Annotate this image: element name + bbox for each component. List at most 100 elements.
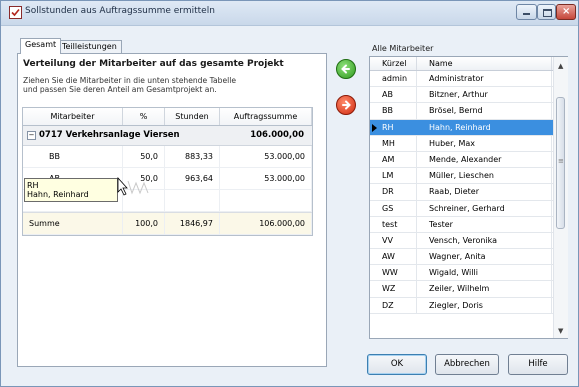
list-item[interactable]: AW Wagner, Anita — [370, 249, 567, 266]
remove-employee-button[interactable] — [336, 95, 356, 115]
drag-tooltip: RH Hahn, Reinhard — [24, 178, 118, 202]
cell-summe: 53.000,00 — [220, 168, 312, 189]
list-item[interactable]: WZ Zeiler, Wilhelm — [370, 281, 567, 298]
column-header-percent[interactable]: % — [123, 108, 165, 125]
ok-button[interactable]: OK — [367, 354, 427, 375]
sum-percent: 100,0 — [123, 213, 165, 234]
grip-icon: ≡ — [558, 157, 564, 165]
group-total: 106.000,00 — [250, 130, 304, 140]
maximize-icon — [543, 9, 552, 17]
scroll-thumb[interactable]: ≡ — [556, 97, 565, 229]
cell-kuerzel: DR — [370, 184, 417, 200]
cell-name: Huber, Max — [417, 135, 552, 151]
employees-list-label: Alle Mitarbeiter — [372, 44, 434, 53]
employees-list[interactable]: Kürzel Name admin Administrator AB Bitzner,… — [369, 56, 568, 339]
empty-cell — [165, 190, 220, 211]
group-row[interactable]: − 0717 Verkehrsanlage Viersen 106.000,00 — [23, 126, 312, 146]
list-item[interactable]: BB Brösel, Bernd — [370, 103, 567, 120]
list-item[interactable]: GS Schreiner, Gerhard — [370, 200, 567, 217]
list-item[interactable]: admin Administrator — [370, 71, 567, 88]
cancel-button[interactable]: Abbrechen — [435, 354, 499, 375]
scroll-down-icon[interactable]: ▼ — [558, 327, 563, 335]
employees-list-header: Kürzel Name — [370, 57, 567, 71]
cell-name: Administrator — [417, 71, 552, 87]
cell-kuerzel: AW — [370, 249, 417, 265]
group-label: 0717 Verkehrsanlage Viersen — [39, 130, 180, 140]
tab-teilleistungen[interactable]: Teilleistungen — [57, 40, 122, 54]
list-item[interactable]: AM Mende, Alexander — [370, 151, 567, 169]
column-header-name[interactable]: Name — [417, 57, 552, 70]
column-header-stunden[interactable]: Stunden — [165, 108, 220, 125]
cell-kuerzel: GS — [370, 200, 417, 216]
cell-name: Bitzner, Arthur — [417, 87, 552, 103]
cell-kuerzel: AB — [370, 87, 417, 103]
title-bar[interactable]: Sollstunden aus Auftragssumme ermitteln … — [1, 1, 578, 26]
minimize-icon — [523, 13, 530, 15]
cell-name: Brösel, Bernd — [417, 103, 552, 119]
list-item[interactable]: AB Bitzner, Arthur — [370, 87, 567, 104]
tab-gesamt[interactable]: Gesamt — [20, 38, 62, 54]
app-icon — [9, 6, 22, 19]
help-button[interactable]: Hilfe — [508, 354, 568, 375]
employees-scrollbar[interactable]: ▲ ≡ ▼ — [553, 57, 568, 338]
window-title: Sollstunden aus Auftragssumme ermitteln — [25, 6, 215, 16]
cell-summe: 53.000,00 — [220, 146, 312, 167]
instruction-text: Ziehen Sie die Mitarbeiter in die unten … — [23, 76, 236, 94]
list-item[interactable]: DR Raab, Dieter — [370, 184, 567, 201]
list-item[interactable]: LM Müller, Lieschen — [370, 168, 567, 185]
empty-cell — [220, 190, 312, 211]
cell-kuerzel: admin — [370, 71, 417, 87]
cell-name: Raab, Dieter — [417, 184, 552, 200]
list-item[interactable]: RH Hahn, Reinhard — [370, 119, 567, 136]
close-button[interactable]: × — [556, 4, 576, 20]
cell-name: Wagner, Anita — [417, 249, 552, 265]
cell-kuerzel: AM — [370, 151, 417, 168]
cell-kuerzel: LM — [370, 168, 417, 184]
column-header-auftragssumme[interactable]: Auftragssumme — [220, 108, 312, 125]
cell-name: Zeiler, Wilhelm — [417, 281, 552, 297]
arrow-left-icon — [341, 64, 350, 74]
cell-kuerzel: MH — [370, 135, 417, 151]
maximize-button[interactable] — [537, 4, 556, 20]
cell-kuerzel: RH — [370, 119, 417, 135]
cell-percent[interactable]: 50,0 — [123, 146, 165, 167]
tooltip-code: RH — [27, 181, 39, 190]
minimize-button[interactable] — [516, 4, 537, 20]
employees-list-body: admin Administrator AB Bitzner, Arthur BB Brö… — [370, 71, 567, 314]
cell-kuerzel: BB — [370, 103, 417, 119]
cell-name: Hahn, Reinhard — [417, 119, 552, 135]
cell-name: Mende, Alexander — [417, 151, 552, 168]
cell-stunden: 963,64 — [165, 168, 220, 189]
instruction-line-1: Ziehen Sie die Mitarbeiter in die unten … — [23, 76, 237, 85]
cell-name: Wigald, Willi — [417, 265, 552, 281]
tooltip-name: Hahn, Reinhard — [27, 190, 89, 199]
table-header: Mitarbeiter % Stunden Auftragssumme — [23, 108, 312, 126]
column-header-kuerzel[interactable]: Kürzel — [370, 57, 417, 70]
arrow-right-icon — [342, 100, 351, 110]
instruction-line-2: und passen Sie deren Anteil am Gesamtpro… — [23, 85, 217, 94]
cell-stunden: 883,33 — [165, 146, 220, 167]
list-item[interactable]: MH Huber, Max — [370, 135, 567, 152]
sum-label: Summe — [23, 213, 123, 234]
collapse-icon[interactable]: − — [27, 131, 36, 140]
list-item[interactable]: DZ Ziegler, Doris — [370, 297, 567, 314]
sum-row: Summe 100,0 1846,97 106.000,00 — [23, 212, 312, 235]
cell-kuerzel: VV — [370, 232, 417, 249]
close-icon: × — [562, 6, 571, 17]
table-row[interactable]: BB 50,0 883,33 53.000,00 — [23, 146, 312, 168]
column-header-mitarbeiter[interactable]: Mitarbeiter — [23, 108, 123, 125]
cell-name: Schreiner, Gerhard — [417, 200, 552, 216]
cell-kuerzel: WZ — [370, 281, 417, 297]
drag-cursor-icon — [117, 177, 149, 196]
row-indicator-icon — [372, 123, 377, 132]
cell-name: Müller, Lieschen — [417, 168, 552, 184]
sum-summe: 106.000,00 — [220, 213, 312, 234]
list-item[interactable]: test Tester — [370, 216, 567, 233]
cell-kuerzel: DZ — [370, 297, 417, 313]
cell-name: Tester — [417, 216, 552, 232]
allocation-table[interactable]: Mitarbeiter % Stunden Auftragssumme − 07… — [22, 107, 313, 236]
list-item[interactable]: WW Wigald, Willi — [370, 265, 567, 282]
list-item[interactable]: VV Vensch, Veronika — [370, 232, 567, 250]
scroll-up-icon[interactable]: ▲ — [558, 62, 563, 70]
add-employee-button[interactable] — [336, 59, 356, 79]
